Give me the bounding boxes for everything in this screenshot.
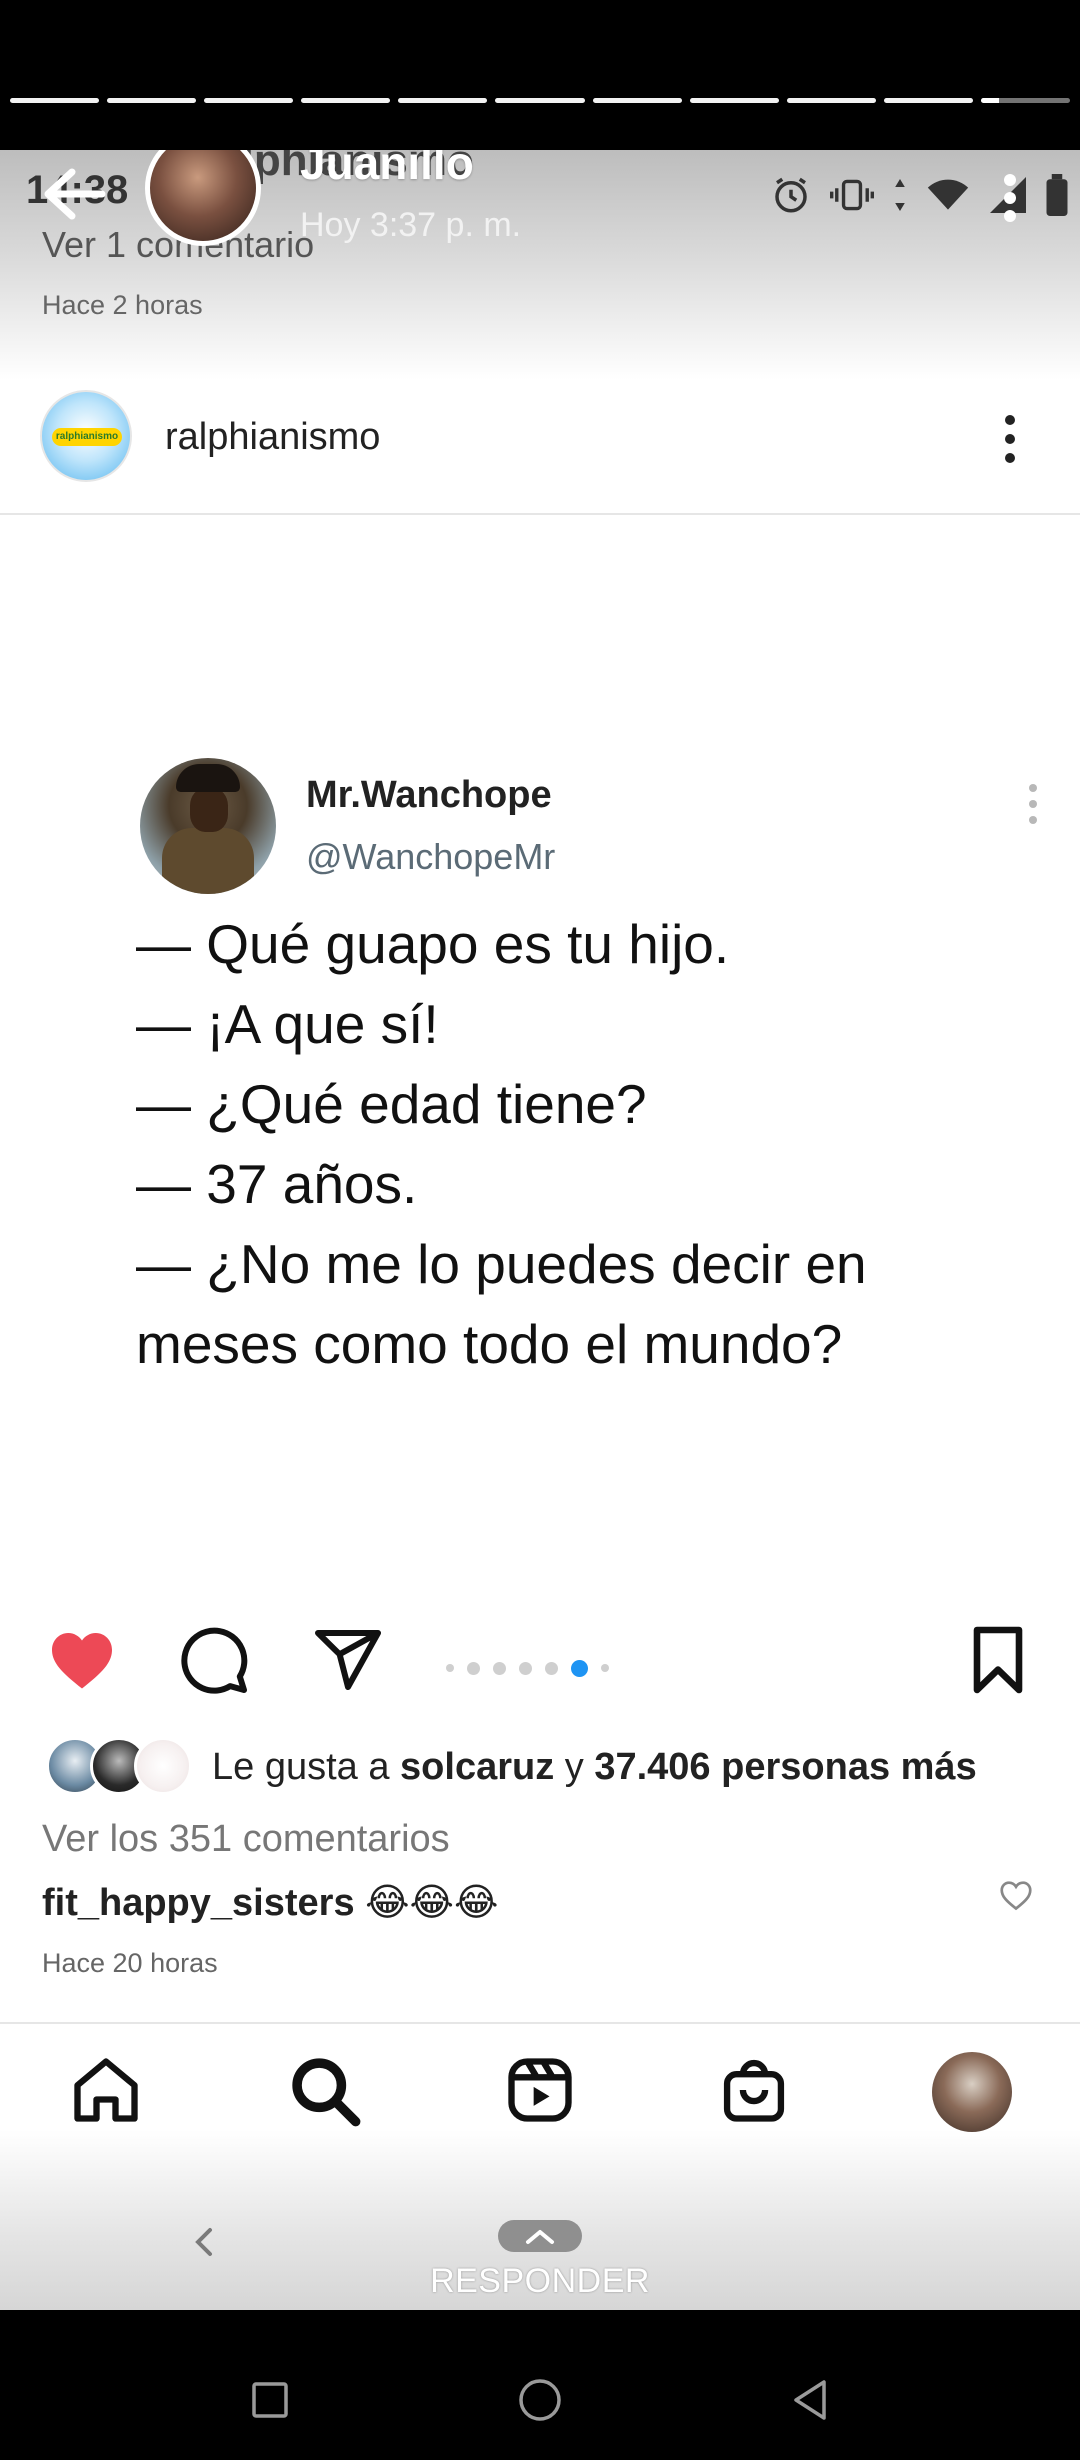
reply-button[interactable]: RESPONDER <box>0 2262 1080 2301</box>
profile-avatar[interactable] <box>932 2052 1012 2132</box>
carousel-dot <box>545 1661 558 1675</box>
post-more-options-icon[interactable] <box>1004 412 1016 466</box>
liker-avatar <box>134 1737 192 1795</box>
likes-connector: y <box>564 1746 584 1788</box>
post-header-divider <box>0 513 1080 515</box>
story-more-options-icon[interactable] <box>1000 168 1020 228</box>
tweet-author-handle: @WanchopeMr <box>306 836 556 877</box>
reply-chevron-up-icon[interactable] <box>498 2220 582 2252</box>
progress-segment <box>398 98 488 103</box>
reels-icon[interactable] <box>502 2052 578 2128</box>
share-send-icon[interactable] <box>312 1624 384 1696</box>
progress-segment <box>301 98 391 103</box>
progress-segment <box>495 98 585 103</box>
carousel-dot <box>467 1661 480 1675</box>
tweet-line: — ¿No me lo puedes decir en <box>136 1233 867 1295</box>
comment-like-heart-icon[interactable] <box>998 1877 1034 1913</box>
story-progress-bar <box>10 98 1071 104</box>
likes-user[interactable]: solcaruz <box>400 1746 554 1788</box>
shop-bag-icon[interactable] <box>716 2052 792 2128</box>
home-circle-icon[interactable] <box>516 2376 564 2424</box>
comment-icon[interactable] <box>178 1624 250 1696</box>
tweet-author-avatar <box>140 758 276 894</box>
carousel-dot-active <box>571 1659 588 1677</box>
progress-segment <box>689 98 779 103</box>
home-icon[interactable] <box>68 2052 144 2128</box>
carousel-dot <box>446 1664 454 1672</box>
battery-icon <box>1046 174 1068 216</box>
story-image-panel: ralphianismo 14:38 Ver 1 comentario Hace… <box>0 150 1080 2310</box>
carousel-dot <box>601 1664 609 1672</box>
avatar-logo-text: ralphianismo <box>52 428 122 446</box>
bottom-nav-divider <box>0 2022 1080 2024</box>
like-heart-icon[interactable] <box>46 1624 118 1696</box>
likes-prefix: Le gusta a <box>212 1746 390 1788</box>
comment-text: 😂😂😂 <box>365 1882 499 1924</box>
carousel-dot <box>519 1661 532 1675</box>
back-arrow-icon[interactable] <box>38 164 108 224</box>
tweet-author-name: Mr.Wanchope <box>306 774 552 816</box>
post-account-avatar[interactable]: ralphianismo <box>40 390 132 482</box>
tweet-line: — Qué guapo es tu hijo. <box>136 913 730 975</box>
liked-by-avatars[interactable] <box>46 1736 192 1796</box>
progress-segment <box>786 98 876 103</box>
alarm-icon <box>775 177 807 213</box>
vibrate-icon <box>830 179 874 211</box>
carousel-indicator <box>446 1658 609 1678</box>
wifi-icon <box>927 179 969 210</box>
tweet-line: — ¡A que sí! <box>136 993 439 1055</box>
progress-segment <box>107 98 197 103</box>
post-account-name[interactable]: ralphianismo <box>165 416 380 459</box>
comment-user[interactable]: fit_happy_sisters <box>42 1882 355 1924</box>
previous-post-timestamp: Hace 2 horas <box>42 290 203 320</box>
chevron-left-icon[interactable] <box>190 2220 218 2264</box>
tweet-line: — ¿Qué edad tiene? <box>136 1073 647 1135</box>
progress-segment <box>204 98 294 103</box>
tweet-more-icon <box>1028 782 1038 826</box>
recent-apps-square-icon[interactable] <box>246 2376 294 2424</box>
top-comment: fit_happy_sisters 😂😂😂 <box>42 1880 498 1925</box>
likes-summary[interactable]: Le gusta a solcaruz y 37.406 personas má… <box>212 1746 977 1789</box>
carousel-dot <box>493 1661 506 1675</box>
post-timestamp: Hace 20 horas <box>42 1948 218 1978</box>
progress-segment <box>592 98 682 103</box>
progress-segment <box>883 98 973 103</box>
data-arrows-icon <box>895 179 905 211</box>
status-bar-icons <box>770 170 1068 220</box>
story-post-time: Hoy 3:37 p. m. <box>300 206 522 244</box>
view-all-comments-link[interactable]: Ver los 351 comentarios <box>42 1818 450 1861</box>
tweet-line: meses como todo el mundo? <box>136 1313 843 1375</box>
likes-others[interactable]: 37.406 personas más <box>594 1746 976 1788</box>
tweet-text: — Qué guapo es tu hijo. — ¡A que sí! — ¿… <box>136 904 1036 1384</box>
progress-segment <box>10 98 100 103</box>
back-triangle-icon[interactable] <box>788 2376 836 2424</box>
tweet-line: — 37 años. <box>136 1153 418 1215</box>
progress-segment-current <box>980 98 1071 103</box>
search-icon[interactable] <box>286 2052 362 2128</box>
story-user-name[interactable]: Juanillo <box>300 150 474 190</box>
save-bookmark-icon[interactable] <box>962 1624 1034 1696</box>
